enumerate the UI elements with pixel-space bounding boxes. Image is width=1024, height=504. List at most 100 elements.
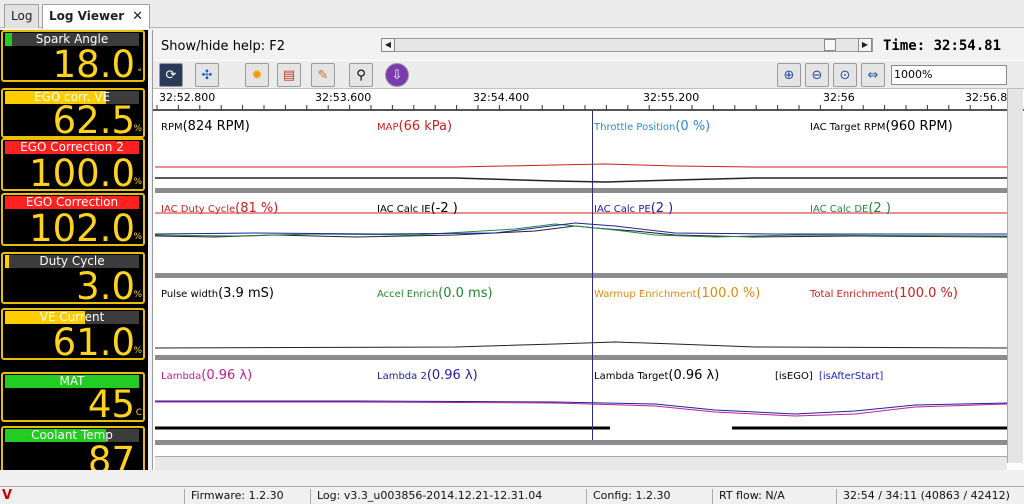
graph-panel-2[interactable]: IAC Duty Cycle(81 %) IAC Calc IE(-2 ) IAC … [155, 193, 1007, 273]
channel-name: [isAfterStart] [819, 371, 884, 382]
channel-label[interactable]: Lambda Target(0.96 λ) [594, 364, 719, 383]
channel-label[interactable]: IAC Target RPM(960 RPM) [810, 115, 953, 134]
panel-separator [155, 440, 1007, 445]
toolbar: ⟳ ✣ ✹ ▤ ✎ ⚲ ⇩ ⊕ ⊖ ⊙ ⇔ 1000% [153, 61, 1024, 89]
time-scrollbar[interactable]: ◀ ▶ [381, 38, 873, 52]
channel-label[interactable]: RPM(824 RPM) [161, 115, 250, 134]
network-icon[interactable]: ✣ [195, 63, 219, 87]
channel-value: (960 RPM) [885, 119, 953, 134]
gauge[interactable]: MAT 45 C [1, 372, 145, 426]
gauge-unit: C [135, 408, 142, 418]
gauge-value: 87 [87, 439, 135, 471]
gauge-level-bar [5, 255, 10, 268]
gear-icon[interactable]: ✹ [245, 63, 269, 87]
channel-name: Lambda [161, 371, 202, 382]
channel-name: Pulse width [161, 289, 219, 300]
gauge-value: 3.0 [76, 265, 135, 308]
axis-tick-label: 32:55.200 [643, 91, 700, 104]
download-icon[interactable]: ⇩ [385, 63, 409, 87]
channel-label[interactable]: Throttle Position(0 %) [594, 115, 710, 134]
channel-value: (2 ) [650, 201, 674, 216]
status-rtflow: RT flow: N/A [712, 489, 785, 504]
gauge-value: 45 [87, 383, 135, 426]
channel-label[interactable]: Lambda(0.96 λ) [161, 364, 252, 383]
channel-name: Accel Enrich [377, 289, 439, 300]
channel-value: (-2 ) [430, 201, 458, 216]
status-firmware: Firmware: 1.2.30 [184, 489, 284, 504]
axis-tick-label: 32:56 [823, 91, 855, 104]
channel-label[interactable]: Total Enrichment(100.0 %) [810, 282, 958, 301]
channel-name: Lambda 2 [377, 371, 427, 382]
channel-label[interactable]: Accel Enrich(0.0 ms) [377, 282, 493, 301]
channel-name: IAC Calc PE [594, 204, 651, 215]
scroll-left-button[interactable]: ◀ [381, 38, 395, 52]
channel-name: Lambda Target [594, 371, 669, 382]
gauge[interactable]: EGO Correction 102.0% [1, 193, 145, 250]
channel-name: MAP [377, 122, 399, 133]
zoom-field[interactable]: 1000% [891, 65, 1007, 85]
channel-name: IAC Target RPM [810, 122, 886, 133]
time-readout: Time: 32:54.81 [883, 38, 1001, 54]
gauge[interactable]: EGO Correction 2 100.0% [1, 138, 145, 194]
channel-label[interactable]: Warmup Enrichment(100.0 %) [594, 282, 760, 301]
gauge-level-bar [5, 33, 12, 46]
time-value: 32:54.81 [933, 38, 1002, 54]
axis-tick-label: 32:56.8 [965, 91, 1008, 104]
bottom-scrollbar[interactable] [155, 456, 1007, 470]
gauge-value: 61.0 [52, 321, 135, 364]
time-cursor[interactable] [592, 111, 593, 440]
gauge-unit: % [133, 177, 142, 187]
channel-name: RPM [161, 122, 183, 133]
chart-settings-icon[interactable]: ▤ [277, 63, 301, 87]
refresh-icon[interactable]: ⟳ [159, 63, 183, 87]
gauge-unit: % [133, 124, 142, 134]
tools-icon[interactable]: ✎ [311, 63, 335, 87]
scroll-right-button[interactable]: ▶ [858, 38, 872, 52]
channel-value: (0.96 λ) [201, 368, 253, 383]
time-label: Time: [883, 38, 926, 54]
time-axis: 32:52.800 32:53.600 32:54.400 32:55.200 32:5… [153, 89, 1024, 111]
channel-label[interactable]: IAC Calc IE(-2 ) [377, 197, 458, 216]
zoom-value: 1000% [894, 68, 933, 81]
channel-label[interactable]: [isEGO] [775, 364, 813, 383]
channel-name: IAC Calc DE [810, 204, 869, 215]
channel-name: IAC Calc IE [377, 204, 431, 215]
graph-panel-1[interactable]: RPM(824 RPM) MAP(66 kPa) Throttle Position… [155, 111, 1007, 188]
gauge[interactable]: Duty Cycle 3.0% [1, 252, 145, 308]
tab-log[interactable]: Log [4, 4, 40, 28]
gauge-value: 102.0 [29, 207, 135, 250]
tab-log-viewer[interactable]: Log Viewer ✕ [42, 4, 151, 29]
search-icon[interactable]: ⚲ [349, 63, 373, 87]
tab-bar: Log Log Viewer ✕ [0, 0, 1024, 29]
channel-value: (66 kPa) [398, 119, 453, 134]
channel-value: (81 %) [235, 201, 279, 216]
tab-log-viewer-label: Log Viewer [49, 9, 125, 23]
zoom-reset-icon[interactable]: ⊙ [833, 63, 857, 87]
channel-value: (2 ) [868, 201, 891, 216]
graph-panel-4[interactable]: Lambda(0.96 λ) Lambda 2(0.96 λ) Lambda Tar… [155, 360, 1007, 440]
gauge[interactable]: Coolant Temp 87 [1, 426, 145, 470]
gauge[interactable]: EGO corr. VE 62.5% [1, 88, 145, 141]
gauge-unit: % [133, 290, 142, 300]
scroll-thumb[interactable] [824, 39, 836, 51]
channel-label[interactable]: IAC Duty Cycle(81 %) [161, 197, 278, 216]
channel-label[interactable]: IAC Calc DE(2 ) [810, 197, 891, 216]
channel-label[interactable]: Pulse width(3.9 mS) [161, 282, 274, 301]
channel-label[interactable]: Lambda 2(0.96 λ) [377, 364, 478, 383]
graph-panel-3[interactable]: Pulse width(3.9 mS) Accel Enrich(0.0 ms) W… [155, 278, 1007, 355]
help-bar: Show/hide help: F2 ◀ ▶ Time: 32:54.81 [153, 30, 1024, 60]
channel-label[interactable]: [isAfterStart] [819, 364, 883, 383]
gauge[interactable]: VE Current 61.0% [1, 308, 145, 364]
channel-label[interactable]: IAC Calc PE(2 ) [594, 197, 673, 216]
status-position: 32:54 / 34:11 (40863 / 42412) [836, 489, 1010, 504]
channel-label[interactable]: MAP(66 kPa) [377, 115, 452, 134]
vertical-scrollbar[interactable] [1007, 89, 1023, 463]
fit-width-icon[interactable]: ⇔ [861, 63, 885, 87]
gauge[interactable]: Spark Angle 18.0 ° [1, 30, 145, 86]
tab-log-label: Log [11, 9, 33, 23]
close-icon[interactable]: ✕ [132, 9, 143, 24]
zoom-in-icon[interactable]: ⊕ [777, 63, 801, 87]
gauge-value: 18.0 [52, 43, 135, 86]
channel-name: Total Enrichment [810, 289, 895, 300]
zoom-out-icon[interactable]: ⊖ [805, 63, 829, 87]
